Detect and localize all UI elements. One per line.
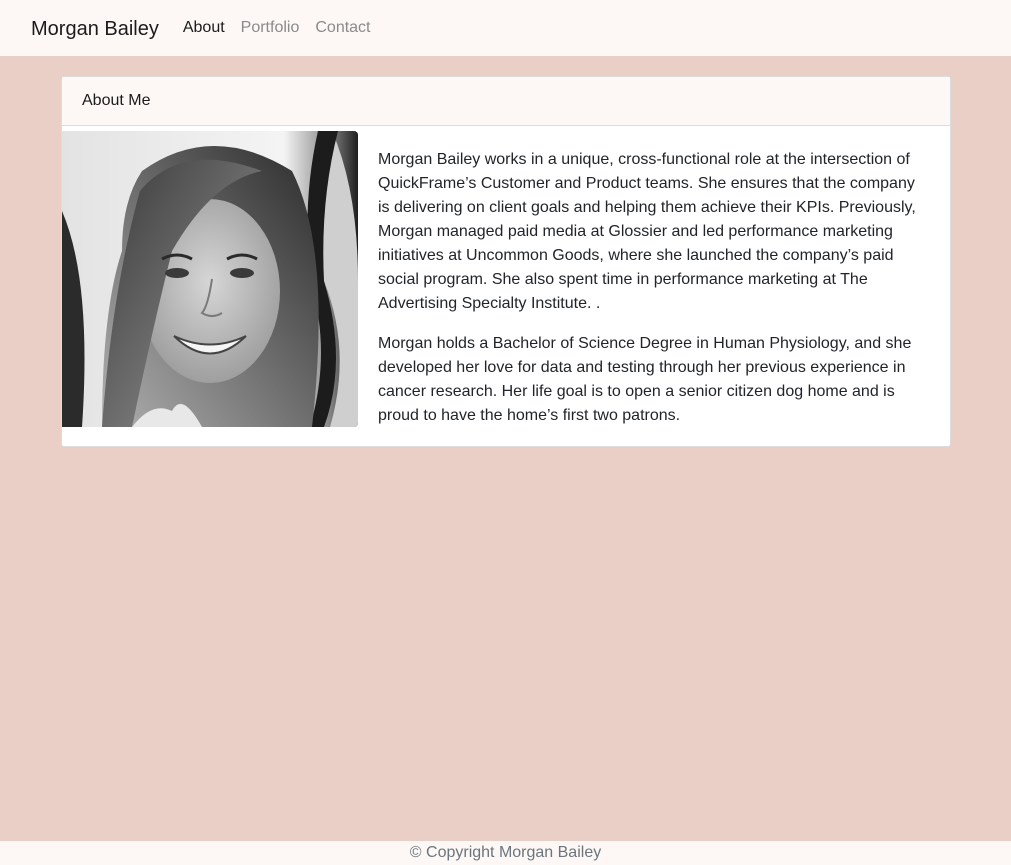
portrait-photo-image bbox=[62, 131, 358, 427]
bio-text: Morgan Bailey works in a unique, cross-f… bbox=[378, 148, 923, 444]
bio-paragraph-1: Morgan Bailey works in a unique, cross-f… bbox=[378, 151, 916, 312]
profile-photo bbox=[62, 131, 358, 427]
page-footer: © Copyright Morgan Bailey bbox=[0, 841, 1011, 865]
nav-link-about[interactable]: About bbox=[183, 19, 225, 37]
top-navbar: Morgan Bailey About Portfolio Contact bbox=[0, 0, 1011, 56]
brand-link[interactable]: Morgan Bailey bbox=[31, 18, 159, 41]
nav-link-portfolio[interactable]: Portfolio bbox=[241, 19, 300, 37]
bio-paragraph-2: Morgan holds a Bachelor of Science Degre… bbox=[378, 335, 912, 424]
about-card: About Me Morgan Bailey works in a unique… bbox=[61, 76, 951, 447]
nav-link-contact[interactable]: Contact bbox=[315, 19, 370, 37]
card-header-title: About Me bbox=[62, 77, 950, 126]
copyright-text: © Copyright Morgan Bailey bbox=[409, 844, 602, 861]
